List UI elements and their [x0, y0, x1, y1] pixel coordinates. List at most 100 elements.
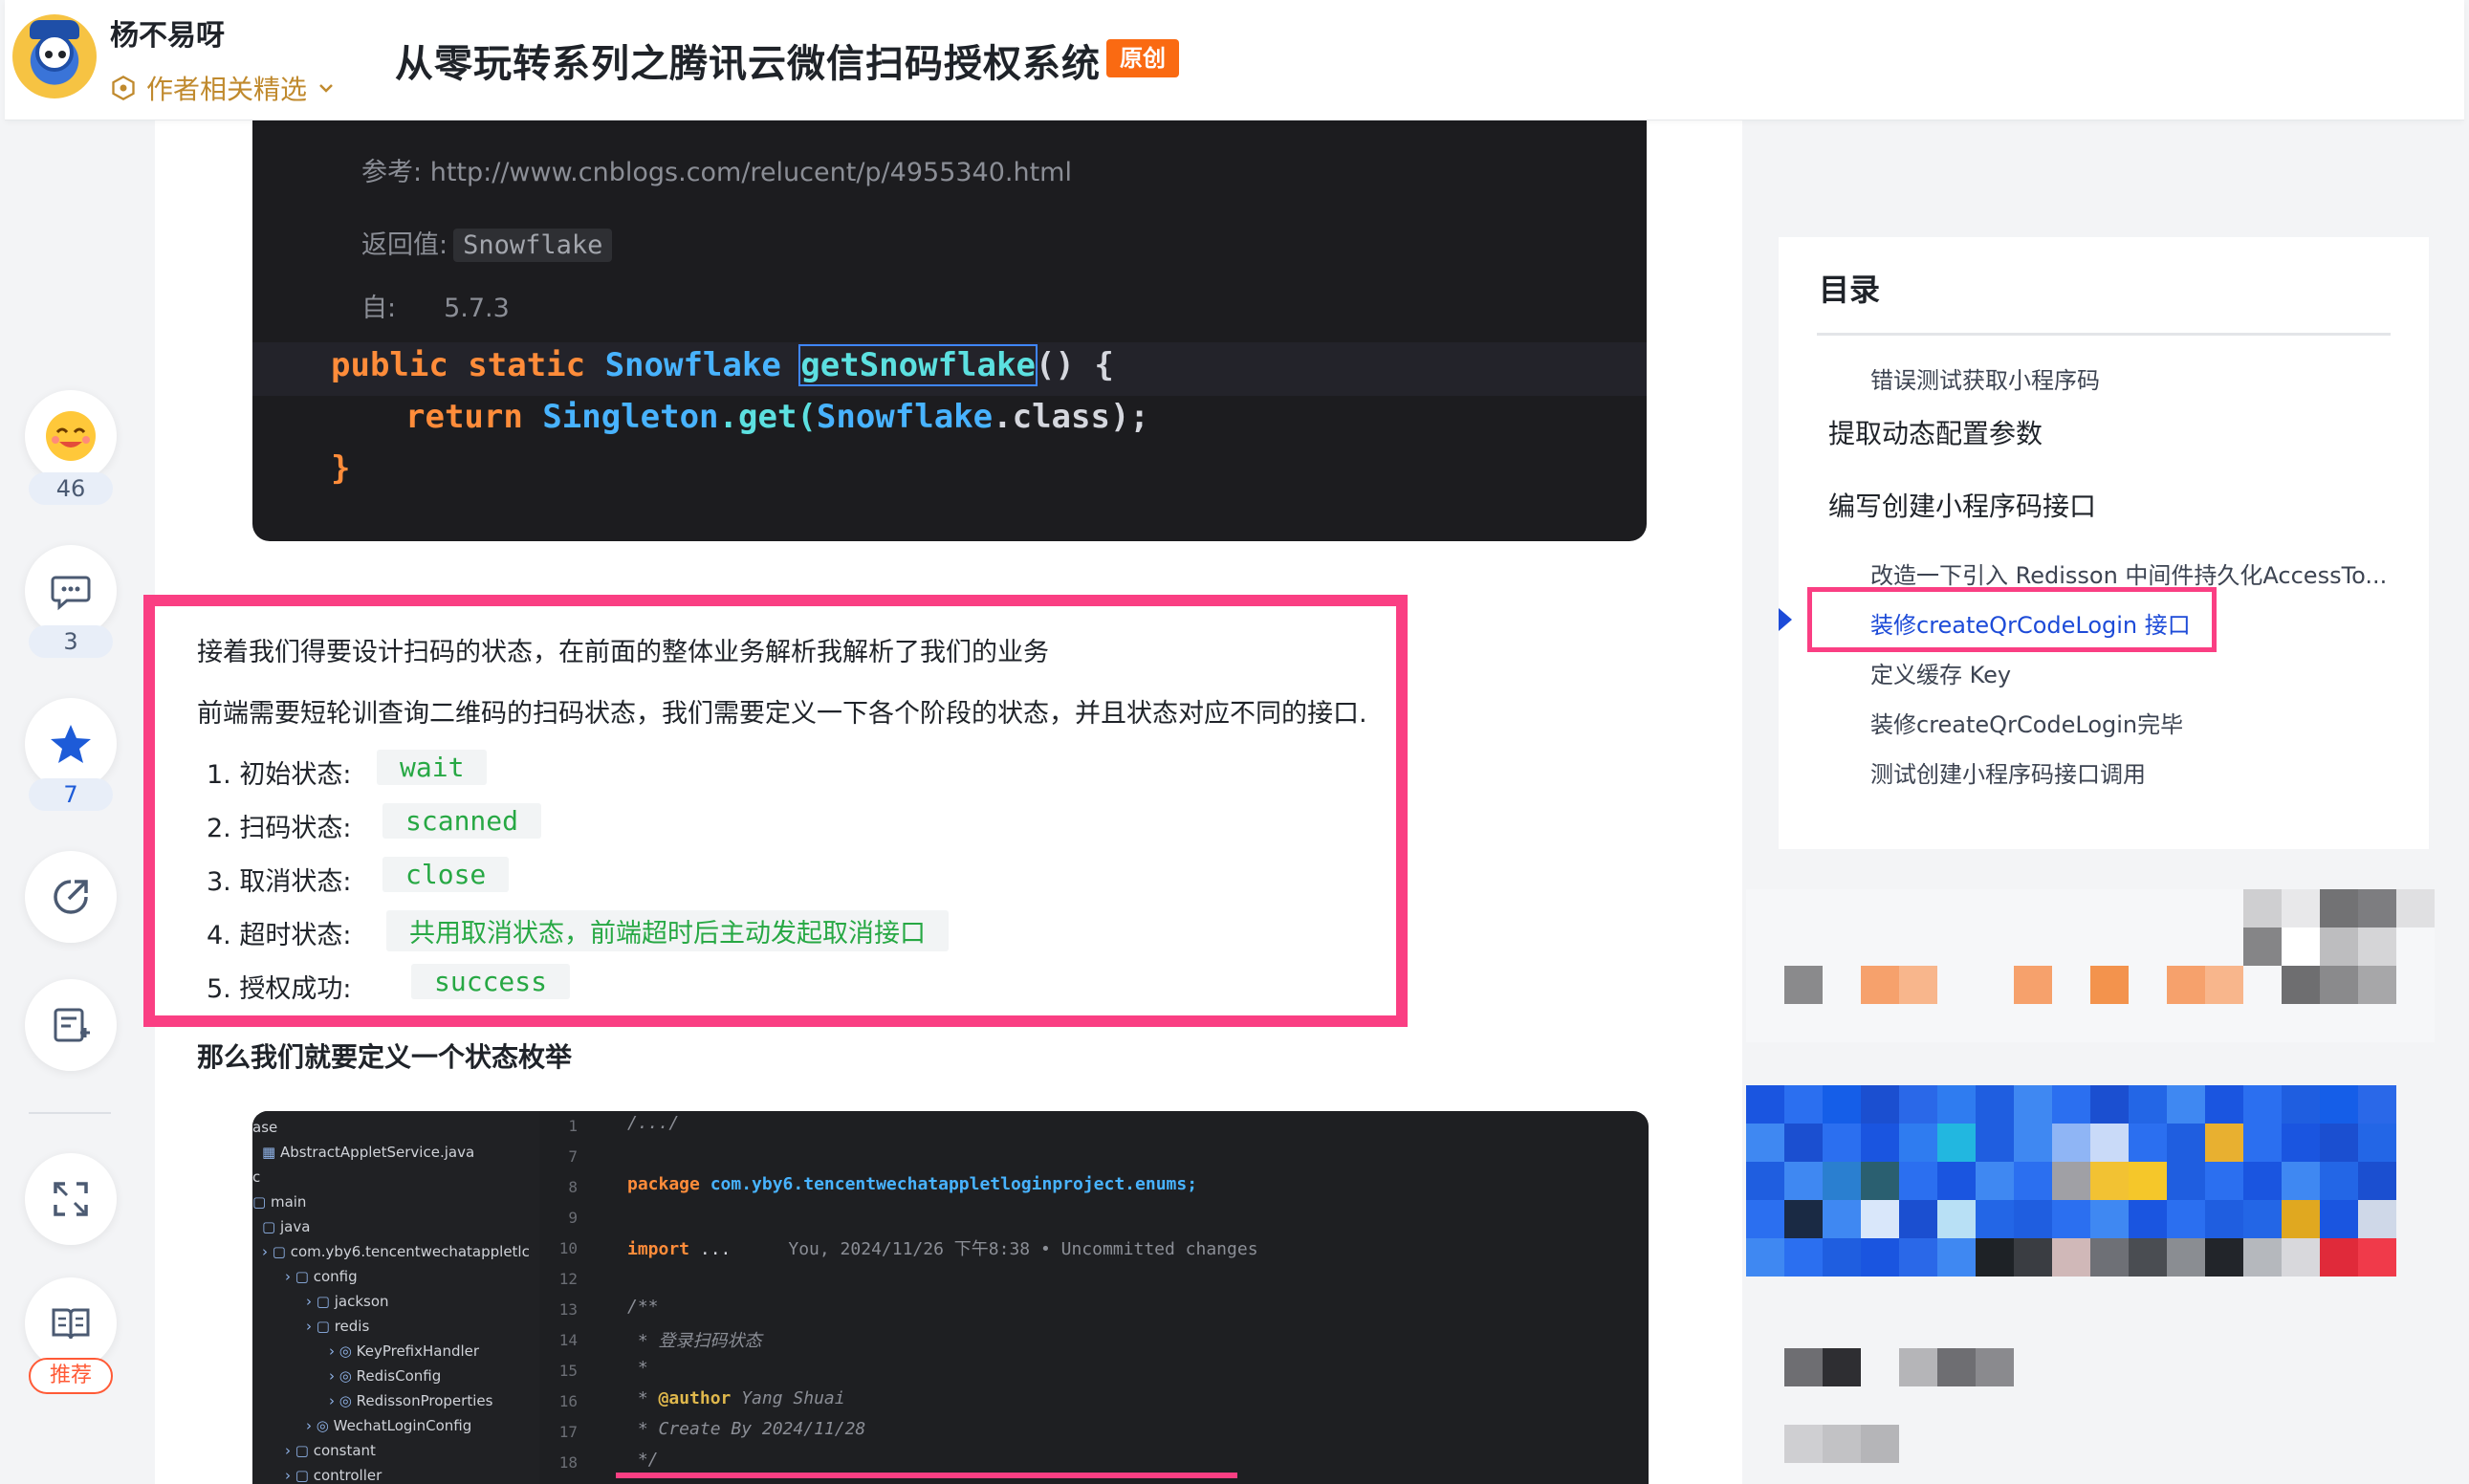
toc-item[interactable]: 错误测试获取小程序码 [1870, 361, 2100, 395]
ide-screenshot-enum: ase ▦ AbstractAppletService.java c ▢ mai… [252, 1111, 1649, 1484]
state-row-success: 5. 授权成功: [207, 974, 352, 1004]
tree-item: ▢ main [252, 1193, 307, 1211]
ide-code-doc-star: * [627, 1358, 648, 1378]
favorite-count: 7 [29, 778, 113, 811]
highlighted-state-section: 接着我们得要设计扫码的状态，在前面的整体业务解析我解析了我们的业务 前端需要短轮… [143, 595, 1408, 1027]
comment-count: 3 [29, 625, 113, 658]
code-line-signature: public static Snowflake getSnowflake() { [331, 344, 1114, 386]
toc-title: 目录 [1819, 272, 1881, 308]
share-button[interactable] [25, 851, 117, 943]
ide-code-doc-close: */ [627, 1450, 659, 1470]
tree-item: › ◎ RedissonProperties [329, 1392, 493, 1409]
tree-item: ▢ java [262, 1218, 311, 1235]
paragraph-polling: 前端需要短轮训查询二维码的扫码状态，我们需要定义一下各个阶段的状态，并且状态对应… [197, 699, 1367, 729]
ide-code-import: import ... You, 2024/11/26 下午8:38 • Uncom… [627, 1239, 1258, 1259]
article-header: 杨不易呀 作者相关精选 从零玩转系列之腾讯云微信扫码授权系统 原创 [5, 0, 2464, 120]
line-number: 14 [558, 1331, 578, 1349]
hexagon-icon [112, 75, 135, 101]
line-number: 9 [568, 1209, 578, 1227]
tree-item: › ▢ jackson [306, 1293, 389, 1310]
expand-icon [54, 1182, 88, 1216]
state-value-success: success [411, 964, 571, 999]
tree-item: c [252, 1168, 261, 1186]
line-number: 12 [558, 1270, 578, 1288]
smile-emoji-icon [46, 411, 96, 461]
tree-item: › ▢ constant [285, 1442, 376, 1459]
tree-item: › ▢ controller [285, 1467, 382, 1484]
tree-item: › ▢ com.yby6.tencentwechatappletlc [262, 1243, 530, 1260]
state-row-scanned: 2. 扫码状态: [207, 814, 352, 843]
doc-since: 自: 5.7.3 [361, 294, 510, 323]
author-picks-dropdown[interactable]: 作者相关精选 [110, 69, 336, 107]
ide-code-doc-open: /** [627, 1297, 659, 1317]
line-gutter: 1 7 8 9 10 12 13 14 15 16 17 18 [539, 1111, 597, 1484]
ide-code-doc-desc: * 登录扫码状态 [627, 1331, 762, 1351]
tree-item: › ◎ RedisConfig [329, 1367, 442, 1385]
action-divider [29, 1112, 111, 1114]
tree-item: ase [252, 1119, 278, 1136]
comment-button[interactable] [25, 545, 117, 637]
ide-code-author: * @author Yang Shuai [627, 1388, 845, 1408]
ad-footer-blurred[interactable] [1784, 1348, 2090, 1463]
author-name[interactable]: 杨不易呀 [110, 11, 225, 54]
toc-item[interactable]: 改造一下引入 Redisson 中间件持久化AccessTo... [1870, 556, 2387, 590]
like-count: 46 [29, 472, 113, 505]
state-row-wait: 1. 初始状态: [207, 760, 352, 790]
line-number: 15 [558, 1362, 578, 1380]
star-icon [51, 725, 91, 763]
line-number: 10 [558, 1239, 578, 1257]
state-row-timeout: 4. 超时状态: [207, 921, 352, 950]
original-badge: 原创 [1106, 39, 1179, 77]
doc-reference-url[interactable]: http://www.cnblogs.com/relucent/p/495534… [430, 158, 1072, 187]
ide-code-fold: /.../ [627, 1113, 680, 1133]
ide-code-package: package com.yby6.tencentwechatappletlogi… [627, 1174, 1198, 1194]
state-value-wait: wait [377, 750, 488, 785]
ad-image-blurred[interactable] [1746, 1085, 2396, 1277]
author-avatar[interactable] [12, 14, 97, 98]
doc-reference: 参考: http://www.cnblogs.com/relucent/p/49… [361, 158, 1072, 187]
line-number: 7 [568, 1147, 578, 1166]
state-value-close: close [382, 857, 510, 892]
project-tree: ase ▦ AbstractAppletService.java c ▢ mai… [252, 1111, 539, 1484]
chevron-down-icon [319, 84, 333, 93]
tree-item: ▦ AbstractAppletService.java [262, 1144, 475, 1161]
favorite-button[interactable] [25, 698, 117, 790]
recommend-tag[interactable]: 推荐 [29, 1358, 113, 1394]
highlight-bar [616, 1473, 1237, 1478]
toc-item[interactable]: 提取动态配置参数 [1828, 413, 2043, 451]
ad-banner-blurred[interactable] [1746, 889, 2435, 1042]
section-heading-enum: 那么我们就要定义一个状态枚举 [197, 1041, 573, 1073]
book-icon [52, 1308, 90, 1340]
article-title: 从零玩转系列之腾讯云微信扫码授权系统 [395, 42, 1101, 86]
fullscreen-button[interactable] [25, 1153, 117, 1245]
code-line-return: return Singleton.get(Snowflake.class); [405, 398, 1149, 436]
code-screenshot-snowflake: 参考: http://www.cnblogs.com/relucent/p/49… [252, 120, 1647, 541]
line-number: 18 [558, 1453, 578, 1472]
toc-item-active[interactable]: 装修createQrCodeLogin 接口 [1870, 606, 2191, 640]
line-number: 17 [558, 1423, 578, 1441]
comment-icon [51, 576, 91, 611]
share-icon [54, 880, 88, 914]
state-value-scanned: scanned [382, 803, 542, 839]
state-row-close: 3. 取消状态: [207, 867, 352, 897]
line-number: 1 [568, 1117, 578, 1135]
toc-item[interactable]: 测试创建小程序码接口调用 [1870, 755, 2146, 789]
tree-item: › ▢ redis [306, 1318, 370, 1335]
toc-item[interactable]: 定义缓存 Key [1870, 656, 2011, 689]
line-number: 8 [568, 1178, 578, 1196]
state-value-timeout: 共用取消状态，前端超时后主动发起取消接口 [386, 910, 949, 951]
code-line-close: } [331, 449, 351, 488]
toc-item[interactable]: 编写创建小程序码接口 [1828, 486, 2096, 524]
table-of-contents: 目录 错误测试获取小程序码 提取动态配置参数 编写创建小程序码接口 改造一下引入… [1779, 237, 2429, 849]
toc-divider [1817, 333, 2391, 336]
toc-active-indicator-icon [1779, 608, 1792, 631]
tree-item: › ▢ config [285, 1268, 358, 1285]
line-number: 13 [558, 1300, 578, 1319]
paragraph-intro: 接着我们得要设计扫码的状态，在前面的整体业务解析我解析了我们的业务 [197, 638, 1049, 667]
like-button[interactable] [25, 390, 117, 482]
author-picks-label: 作者相关精选 [146, 74, 308, 105]
recommend-button[interactable] [25, 1277, 117, 1369]
add-note-button[interactable] [25, 979, 117, 1071]
toc-item[interactable]: 装修createQrCodeLogin完毕 [1870, 706, 2183, 739]
doc-return: 返回值: Snowflake [361, 224, 613, 262]
